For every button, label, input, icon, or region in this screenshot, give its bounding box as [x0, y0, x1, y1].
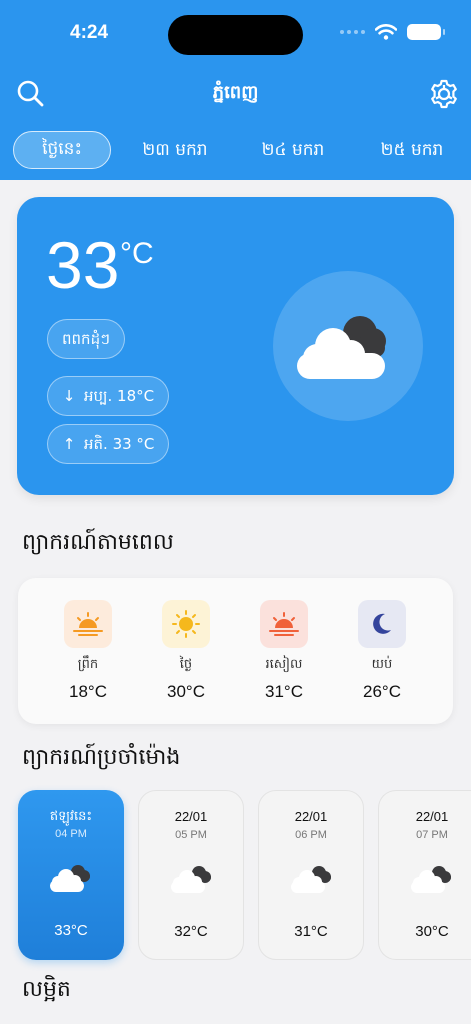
sun-icon: [162, 600, 210, 648]
hour-time: 05 PM: [175, 829, 207, 841]
period-temp: 26°C: [363, 682, 401, 701]
details-title: លម្អិត: [22, 977, 71, 1002]
hourly-card[interactable]: 22/01 07 PM 30°C: [378, 790, 471, 960]
hour-time: 06 PM: [295, 829, 327, 841]
current-weather-card: 33 °C ពពកដុំៗ ↓ អប្ប. 18°C ↑ អតិ. 33 °C: [17, 197, 454, 495]
tab-jan-23[interactable]: ២៣ មករា: [110, 131, 240, 169]
tab-jan-25[interactable]: ២៥ មករា: [347, 131, 471, 169]
cloudy-icon: [411, 866, 451, 893]
max-temp-label: អតិ. 33 °C: [84, 435, 155, 453]
arrow-down-icon: ↓: [62, 387, 76, 405]
hourly-card[interactable]: 22/01 06 PM 31°C: [258, 790, 364, 960]
cellular-signal-icon: [340, 30, 365, 34]
hourly-card[interactable]: ឥឡូវនេះ 04 PM 33°C: [18, 790, 124, 960]
cloudy-icon: [291, 866, 331, 893]
hour-date: ឥឡូវនេះ: [49, 808, 93, 823]
condition-icon-backdrop: [273, 271, 423, 421]
period-item-morning: ព្រឹក 18°C: [43, 600, 133, 702]
tab-jan-24[interactable]: ២៤ មករា: [228, 131, 358, 169]
period-temp: 30°C: [167, 682, 205, 701]
period-item-day: ថ្ងៃ 30°C: [141, 600, 231, 702]
min-temp-badge: ↓ អប្ប. 18°C: [47, 376, 170, 416]
current-temperature: 33: [46, 228, 120, 302]
period-forecast-title: ព្យាករណ៍តាមពេល: [22, 530, 174, 555]
hour-date: 22/01: [174, 809, 208, 824]
moon-icon: [358, 600, 406, 648]
period-temp: 31°C: [265, 682, 303, 701]
hour-date: 22/01: [415, 809, 449, 824]
page-title: ភ្នំពេញ: [212, 82, 259, 103]
tab-today[interactable]: ថ្ងៃនេះ: [13, 131, 111, 169]
settings-gear-icon[interactable]: [428, 78, 460, 110]
hour-temp: 30°C: [415, 923, 449, 940]
hourly-forecast-title: ព្យាករណ៍ប្រចាំម៉ោង: [22, 745, 181, 770]
period-name: យប់: [371, 657, 393, 672]
period-name: ព្រឹក: [77, 657, 99, 672]
cloudy-icon: [297, 316, 386, 379]
hour-time: 07 PM: [416, 829, 448, 841]
cloudy-icon: [171, 866, 211, 893]
hour-temp: 31°C: [294, 923, 328, 940]
hourly-card[interactable]: 22/01 05 PM 32°C: [138, 790, 244, 960]
date-tabs: ថ្ងៃនេះ ២៣ មករា ២៤ មករា ២៥ មករា: [0, 131, 471, 169]
hour-time: 04 PM: [55, 828, 87, 840]
sunset-icon: [260, 600, 308, 648]
min-temp-label: អប្ប. 18°C: [84, 387, 155, 405]
app-header: 4:24 ភ្នំពេញ ថ្ងៃនេះ ២៣ មករា ២៤ មករា ២៥ …: [0, 0, 471, 180]
condition-badge: ពពកដុំៗ: [47, 319, 125, 359]
hour-temp: 32°C: [174, 923, 208, 940]
cloudy-icon: [50, 865, 90, 892]
dynamic-island: [168, 15, 303, 55]
sunrise-icon: [64, 600, 112, 648]
period-item-night: យប់ 26°C: [337, 600, 427, 702]
wifi-icon: [375, 24, 397, 40]
period-item-evening: រសៀល 31°C: [239, 600, 329, 702]
hour-temp: 33°C: [54, 922, 88, 939]
status-icons: [340, 24, 445, 40]
max-temp-badge: ↑ អតិ. 33 °C: [47, 424, 170, 464]
period-temp: 18°C: [69, 682, 107, 701]
period-name: ថ្ងៃ: [179, 657, 193, 672]
status-time: 4:24: [70, 22, 109, 43]
period-name: រសៀល: [265, 657, 303, 672]
period-forecast-card: ព្រឹក 18°C ថ្ងៃ 30°C រសៀល 31°C យប់ 26°C: [18, 578, 453, 724]
temperature-unit: °C: [120, 237, 154, 270]
arrow-up-icon: ↑: [62, 435, 76, 453]
battery-icon: [407, 24, 445, 40]
hour-date: 22/01: [294, 809, 328, 824]
